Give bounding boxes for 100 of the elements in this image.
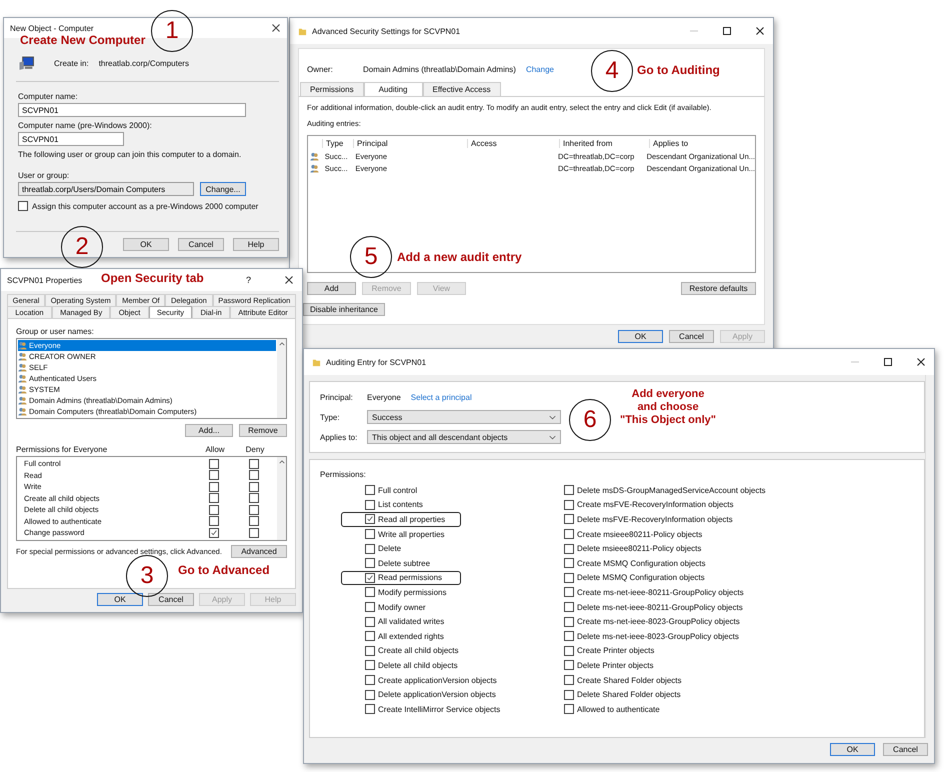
checkbox[interactable]	[249, 528, 259, 538]
scrollbar[interactable]	[277, 457, 286, 540]
checkbox[interactable]	[564, 514, 574, 524]
checkbox[interactable]	[365, 602, 375, 612]
checkbox[interactable]	[564, 602, 574, 612]
checkbox[interactable]	[564, 587, 574, 598]
column-header[interactable]: Access	[467, 138, 559, 148]
checkbox[interactable]	[365, 529, 375, 540]
computer-name-field[interactable]: SCVPN01	[18, 103, 246, 117]
checkbox[interactable]	[249, 493, 259, 504]
scrollbar[interactable]	[277, 339, 286, 418]
maximize-icon[interactable]	[722, 26, 732, 36]
checkbox[interactable]	[365, 660, 375, 670]
users-icon	[18, 407, 27, 416]
checkbox[interactable]	[564, 500, 574, 510]
checkbox[interactable]	[209, 470, 219, 480]
applies-to-dropdown[interactable]: This object and all descendant objects	[367, 430, 561, 444]
scroll-up-icon[interactable]	[278, 342, 284, 346]
checkbox[interactable]	[209, 528, 219, 538]
annotation-text: Go to Auditing	[637, 63, 720, 77]
checkbox[interactable]	[209, 504, 219, 515]
checkbox[interactable]	[564, 529, 574, 540]
checkbox[interactable]	[365, 675, 375, 686]
column-header[interactable]: Applies to	[649, 138, 755, 148]
checkbox[interactable]	[365, 572, 375, 583]
step-number: 1	[151, 10, 193, 52]
checkbox[interactable]	[209, 458, 219, 469]
checkbox[interactable]	[365, 690, 375, 700]
checkbox[interactable]	[564, 631, 574, 642]
close-icon[interactable]	[271, 23, 281, 33]
close-icon[interactable]	[284, 275, 294, 285]
checkbox[interactable]	[249, 504, 259, 515]
checkbox[interactable]	[365, 704, 375, 714]
close-icon[interactable]	[916, 357, 926, 367]
disable-inheritance-button[interactable]: Disable inheritance	[303, 303, 385, 316]
checkbox[interactable]	[249, 482, 259, 492]
checkbox[interactable]	[365, 646, 375, 656]
users-icon	[18, 396, 27, 405]
checkbox[interactable]	[365, 631, 375, 642]
dialog-button[interactable]: OK	[618, 330, 663, 343]
checkbox[interactable]	[564, 544, 574, 554]
restore-defaults-button[interactable]: Restore defaults	[681, 282, 756, 295]
select-principal-link[interactable]: Select a principal	[410, 392, 472, 402]
add-button[interactable]: Add...	[185, 424, 233, 437]
checkbox[interactable]	[209, 493, 219, 504]
checkbox[interactable]	[18, 201, 28, 211]
step-number: 6	[569, 399, 611, 441]
checkbox[interactable]	[209, 516, 219, 526]
dialog-button[interactable]: Cancel	[178, 238, 224, 251]
column-header[interactable]: Type	[322, 138, 353, 148]
maximize-icon[interactable]	[883, 357, 893, 367]
change-button[interactable]: Change...	[200, 182, 246, 196]
dialog-button[interactable]: OK	[830, 743, 875, 756]
tab[interactable]: Effective Access	[422, 82, 501, 96]
change-link[interactable]: Change	[526, 65, 554, 74]
folder-icon	[312, 358, 321, 366]
window-title: Advanced Security Settings for SCVPN01	[312, 26, 462, 36]
help-button[interactable]: ?	[246, 275, 251, 285]
entry-button[interactable]: Add	[307, 282, 356, 295]
scroll-up-icon[interactable]	[278, 460, 284, 464]
checkbox[interactable]	[365, 514, 375, 524]
checkbox[interactable]	[365, 500, 375, 510]
checkbox[interactable]	[249, 516, 259, 526]
remove-button[interactable]: Remove	[239, 424, 287, 437]
checkbox[interactable]	[564, 616, 574, 627]
column-header[interactable]: Principal	[353, 138, 467, 148]
pre2000-name-field[interactable]: SCVPN01	[18, 132, 124, 146]
checkbox[interactable]	[249, 470, 259, 480]
dialog-button[interactable]: Cancel	[148, 593, 194, 606]
checkbox[interactable]	[365, 485, 375, 496]
checkbox-label: Delete Printer objects	[577, 660, 654, 670]
dialog-button[interactable]: Cancel	[669, 330, 714, 343]
checkbox[interactable]	[365, 616, 375, 627]
checkbox[interactable]	[564, 675, 574, 686]
checkbox-label: Modify permissions	[378, 588, 446, 597]
column-header[interactable]: Inherited from	[559, 138, 649, 148]
type-dropdown[interactable]: Success	[367, 410, 561, 424]
dialog-button[interactable]: Cancel	[883, 743, 928, 756]
dialog-button[interactable]: OK	[97, 593, 143, 606]
checkbox[interactable]	[365, 544, 375, 554]
checkbox[interactable]	[564, 704, 574, 714]
checkbox[interactable]	[365, 587, 375, 598]
advanced-button[interactable]: Advanced	[231, 544, 287, 558]
tab[interactable]: Permissions	[300, 82, 364, 96]
dialog-button[interactable]: Help	[233, 238, 279, 251]
field-label: Computer name:	[18, 92, 79, 101]
user-group-field[interactable]: threatlab.corp/Users/Domain Computers	[18, 182, 194, 196]
dialog-button[interactable]: OK	[123, 238, 169, 251]
checkbox[interactable]	[564, 690, 574, 700]
close-icon[interactable]	[755, 26, 765, 36]
checkbox[interactable]	[564, 558, 574, 568]
checkbox[interactable]	[564, 660, 574, 670]
checkbox[interactable]	[249, 458, 259, 469]
tab[interactable]: Auditing	[364, 82, 422, 96]
checkbox[interactable]	[564, 485, 574, 496]
checkbox[interactable]	[365, 558, 375, 568]
checkbox[interactable]	[564, 646, 574, 656]
checkbox[interactable]	[564, 572, 574, 583]
scrollbar[interactable]	[925, 375, 934, 738]
checkbox[interactable]	[209, 482, 219, 492]
